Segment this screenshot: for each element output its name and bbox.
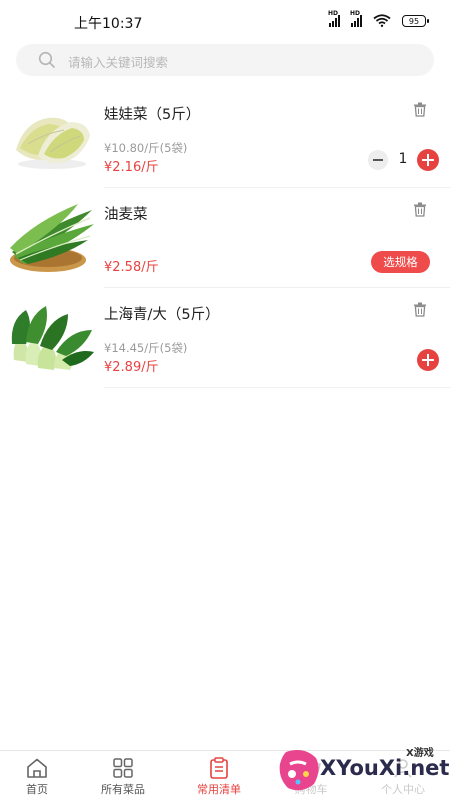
trash-icon[interactable] [413,302,427,317]
signal-icon: HD [328,10,340,27]
watermark-brand: XYouXi.net [320,756,450,780]
tab-label: 常用清单 [197,783,241,796]
search-input[interactable]: 请输入关键词搜索 [16,44,434,76]
select-spec-button[interactable]: 选规格 [371,251,430,273]
tab-label: 首页 [26,783,48,796]
product-name: 上海青/大（5斤） [104,307,220,323]
list-icon [210,757,228,779]
signal-icon: HD [350,10,362,27]
status-time: 上午10:37 [74,16,143,32]
add-to-cart-button[interactable] [417,349,439,371]
product-price: ¥2.89/斤 [104,360,159,375]
gamepad-logo-icon [279,750,319,791]
product-image-shanghai-greens [11,306,94,370]
product-item[interactable]: 娃娃菜（5斤） ¥10.80/斤(5袋) ¥2.16/斤 1 [0,88,450,188]
product-unit-price: ¥14.45/斤(5袋) [104,341,188,355]
product-price: ¥2.16/斤 [104,160,159,175]
product-item[interactable]: 上海青/大（5斤） ¥14.45/斤(5袋) ¥2.89/斤 [0,288,450,388]
search-placeholder: 请输入关键词搜索 [68,55,169,70]
status-bar: 上午10:37 HD HD 95 [0,0,450,44]
status-icons: HD HD 95 [328,10,429,27]
tab-frequent-list[interactable]: 常用清单 [174,751,264,801]
product-name: 娃娃菜（5斤） [104,107,201,123]
item-divider [104,387,450,388]
quantity-value: 1 [398,151,408,167]
grid-icon [113,758,133,778]
quantity-increase-button[interactable] [417,149,439,171]
tab-all-dishes[interactable]: 所有菜品 [78,751,168,801]
search-icon [38,51,55,68]
watermark-logo: X游戏 XYouXi.net [276,742,450,800]
product-image-baby-cabbage [16,117,90,169]
quantity-decrease-button[interactable] [368,150,388,170]
product-item[interactable]: 油麦菜 ¥2.58/斤 选规格 [0,188,450,288]
trash-icon[interactable] [413,102,427,117]
home-icon [27,758,47,778]
tab-home[interactable]: 首页 [0,751,82,801]
product-unit-price: ¥10.80/斤(5袋) [104,141,188,155]
trash-icon[interactable] [413,202,427,217]
tab-label: 所有菜品 [101,783,145,796]
wifi-icon [373,14,391,27]
product-image-indian-lettuce [10,204,94,272]
battery-icon: 95 [402,14,429,27]
product-price: ¥2.58/斤 [104,260,159,275]
product-name: 油麦菜 [104,207,148,223]
